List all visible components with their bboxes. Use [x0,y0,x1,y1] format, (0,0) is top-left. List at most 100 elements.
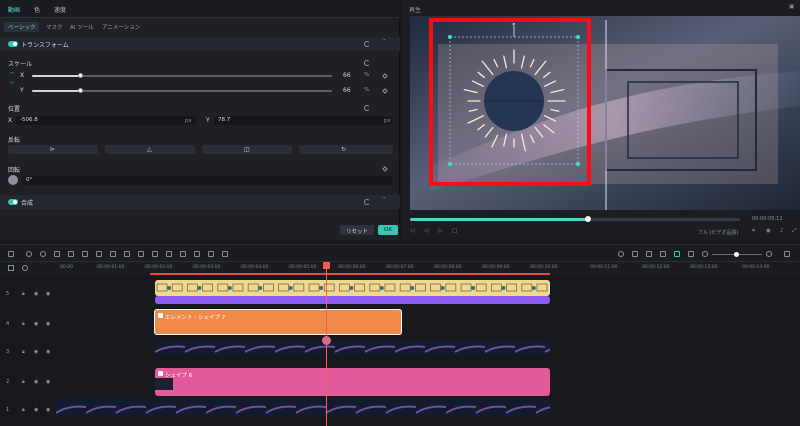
delete-icon[interactable] [54,251,60,257]
pos-x-field[interactable]: -506.8 [16,116,196,125]
zoom-out-icon[interactable] [702,251,708,257]
subtab-ai-tools[interactable]: AI ツール [66,22,98,32]
link-icon[interactable]: ⌐ [10,71,15,77]
scale-y-value[interactable]: 66 [343,87,351,94]
shape-clip-orange[interactable]: エレメント・シェイプ 7 [154,309,402,335]
video-clip[interactable] [155,339,550,355]
snap-icon[interactable] [674,251,680,257]
fit-icon[interactable]: ⌗ [752,228,755,235]
link-icon-bottom[interactable]: ⌙ [10,80,15,86]
redo-icon[interactable] [40,251,46,257]
eye-icon[interactable]: ◉ [46,379,50,385]
visibility-icon[interactable]: ◉ [34,349,38,355]
snapshot-icon[interactable]: ▣ [789,4,794,10]
collapse-icon[interactable]: ⌃ [382,39,387,45]
keyframe-icon[interactable] [382,166,388,172]
rotate-right-button[interactable]: ↻ [299,145,393,154]
mask-icon[interactable] [180,251,186,257]
visibility-icon[interactable]: ◉ [34,291,38,297]
pos-y-field[interactable]: 78.7 [214,116,392,125]
tab-color[interactable]: 色 [34,5,40,14]
zoom-in-icon[interactable] [766,251,772,257]
video-clip-main[interactable] [56,398,550,416]
step-back-icon[interactable]: ◁ [424,228,428,234]
element-clip-frames[interactable] [155,280,550,296]
transform-section-header[interactable]: トランスフォーム ⌃ [0,37,400,51]
camera-icon[interactable]: ◉ [766,228,771,234]
render-icon[interactable] [618,251,624,257]
scale-x-knob[interactable] [78,73,83,78]
preview-scrubber-knob[interactable] [585,216,591,222]
flip-vertical-button[interactable]: △ [105,145,195,154]
keyframe-icon[interactable] [382,73,388,79]
visibility-icon[interactable]: ◉ [34,407,38,413]
ai-icon[interactable] [688,251,694,257]
add-track-icon[interactable] [8,265,14,271]
scale-x-value[interactable]: 66 [343,72,351,79]
subtab-mask[interactable]: マスク [42,22,67,32]
keyframe-tool-icon[interactable] [166,251,172,257]
playhead-handle[interactable] [323,262,330,269]
eye-icon[interactable]: ◉ [46,349,50,355]
layout-icon[interactable] [8,251,14,257]
tab-speed[interactable]: 速度 [54,5,66,14]
rotate-left-button[interactable]: ◫ [202,145,292,154]
eye-icon[interactable]: ◉ [46,321,50,327]
element-clip-bar[interactable] [155,296,550,304]
timeline-ruler[interactable]: 00:00 00:00:01:00 00:00:02:00 00:00:03:00 00… [0,262,800,276]
quality-select[interactable]: フル (ビデオ品質) [698,229,739,236]
composite-section-header[interactable]: 合成 ⌃ [0,195,400,209]
scale-reset-icon[interactable] [364,60,370,66]
subtab-basic[interactable]: ベーシック [4,22,40,32]
lock-icon[interactable]: 🔒︎ [22,349,25,355]
text-icon[interactable] [96,251,102,257]
freeze-icon[interactable] [138,251,144,257]
composite-toggle[interactable] [8,199,18,205]
mic-icon[interactable] [646,251,652,257]
reset-icon[interactable] [364,41,370,47]
tab-video[interactable]: 動画 [8,5,20,14]
color-icon[interactable] [124,251,130,257]
lock-icon[interactable]: 🔒︎ [22,291,25,297]
reset-icon[interactable] [364,199,370,205]
reset-button[interactable]: リセット [340,225,375,235]
zoom-knob[interactable] [734,252,739,257]
fullscreen-icon[interactable]: ⤢ [792,228,796,235]
stop-icon[interactable]: □ [452,228,457,234]
eye-icon[interactable]: ◉ [46,291,50,297]
prev-frame-icon[interactable]: ◁ [410,228,414,234]
cut-icon[interactable] [68,251,74,257]
visibility-icon[interactable]: ◉ [34,321,38,327]
marker-icon[interactable] [208,251,214,257]
eye-icon[interactable]: ◉ [46,407,50,413]
lock-icon[interactable]: 🔒︎ [22,407,25,413]
lock-icon[interactable]: 🔒︎ [22,321,25,327]
split-icon[interactable] [152,251,158,257]
undo-icon[interactable] [26,251,32,257]
shield-icon[interactable] [632,251,638,257]
mix-icon[interactable] [660,251,666,257]
crop-icon[interactable] [82,251,88,257]
rotate-field[interactable]: 0° [22,176,392,185]
ok-button[interactable]: OK [378,225,398,235]
flip-horizontal-button[interactable]: ⊳ [8,145,98,154]
subtab-animation[interactable]: アニメーション [98,22,144,32]
detach-audio-icon[interactable] [194,251,200,257]
visibility-icon[interactable]: ◉ [34,379,38,385]
transform-toggle[interactable] [8,41,18,47]
rotate-dial[interactable] [8,175,18,185]
link-track-icon[interactable] [22,265,28,271]
play-icon[interactable]: ▷ [438,228,442,234]
shape-clip-pink[interactable]: シェイプ 6 [155,368,550,396]
more-tools-icon[interactable] [222,251,228,257]
position-reset-icon[interactable] [364,105,370,111]
scale-y-knob[interactable] [78,88,83,93]
keyframe-icon[interactable] [382,88,388,94]
keyframe-marker[interactable] [322,336,331,345]
audio-icon[interactable]: ♪ [780,228,784,234]
lock-icon[interactable]: 🔒︎ [22,379,25,385]
speed-icon[interactable] [110,251,116,257]
grid-icon[interactable] [784,251,790,257]
collapse-icon[interactable]: ⌃ [382,197,387,203]
pos-y-unit: px [384,118,391,124]
